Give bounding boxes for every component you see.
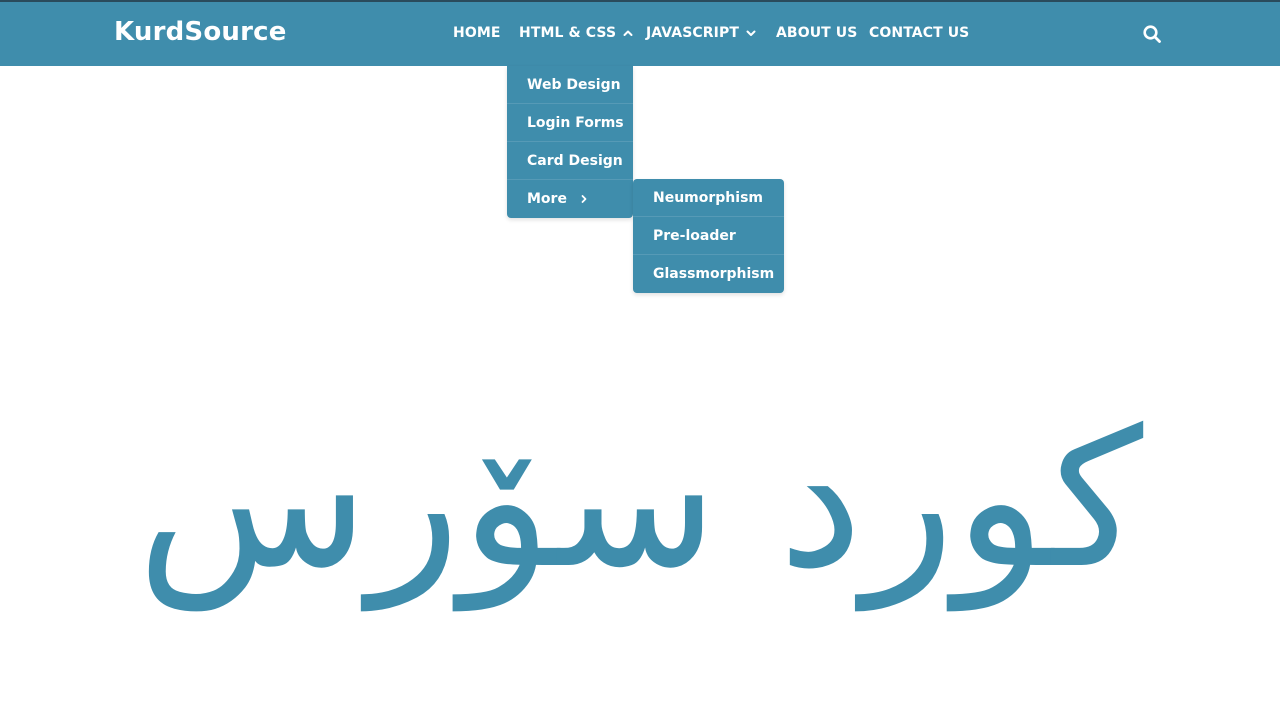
html-css-dropdown-menu: Web Design Login Forms Card Design More xyxy=(507,66,633,218)
chevron-down-icon xyxy=(746,30,756,36)
nav-item-home[interactable]: HOME xyxy=(453,25,501,41)
nav-item-html-css[interactable]: HTML & CSS xyxy=(519,25,634,41)
nav-item-label: CONTACT US xyxy=(869,25,970,41)
dropdown-item-label: Login Forms xyxy=(527,114,624,131)
nav-item-about-us[interactable]: ABOUT US xyxy=(776,25,857,41)
dropdown-item-label: Card Design xyxy=(527,152,623,169)
submenu-item-neumorphism[interactable]: Neumorphism xyxy=(633,179,784,217)
dropdown-item-login-forms[interactable]: Login Forms xyxy=(507,104,633,142)
submenu-item-glassmorphism[interactable]: Glassmorphism xyxy=(633,255,784,293)
submenu-item-pre-loader[interactable]: Pre-loader xyxy=(633,217,784,255)
nav-item-label: HTML & CSS xyxy=(519,25,617,41)
nav-item-javascript[interactable]: JAVASCRIPT xyxy=(646,25,757,41)
submenu-item-label: Glassmorphism xyxy=(653,266,775,282)
nav-item-label: HOME xyxy=(453,25,501,41)
top-navbar: KurdSource HOME HTML & CSS JAVASCRIPT AB… xyxy=(0,0,1280,66)
nav-item-contact-us[interactable]: CONTACT US xyxy=(869,25,969,41)
submenu-item-label: Neumorphism xyxy=(653,189,763,206)
hero-heading: کورد سۆرس xyxy=(136,389,1144,610)
more-submenu: Neumorphism Pre-loader Glassmorphism xyxy=(633,179,784,293)
chevron-up-icon xyxy=(623,30,633,36)
dropdown-item-label: More xyxy=(527,191,567,207)
dropdown-item-card-design[interactable]: Card Design xyxy=(507,142,633,180)
nav-item-label: ABOUT US xyxy=(776,25,858,41)
nav-item-label: JAVASCRIPT xyxy=(646,25,739,41)
dropdown-item-web-design[interactable]: Web Design xyxy=(507,66,633,104)
submenu-item-label: Pre-loader xyxy=(653,227,736,244)
nav-links: HOME HTML & CSS JAVASCRIPT ABOUT US CONT… xyxy=(0,2,1280,66)
chevron-right-icon xyxy=(581,195,587,203)
dropdown-item-more[interactable]: More xyxy=(507,180,633,218)
dropdown-item-label: Web Design xyxy=(527,76,621,93)
search-icon[interactable] xyxy=(1142,24,1162,44)
